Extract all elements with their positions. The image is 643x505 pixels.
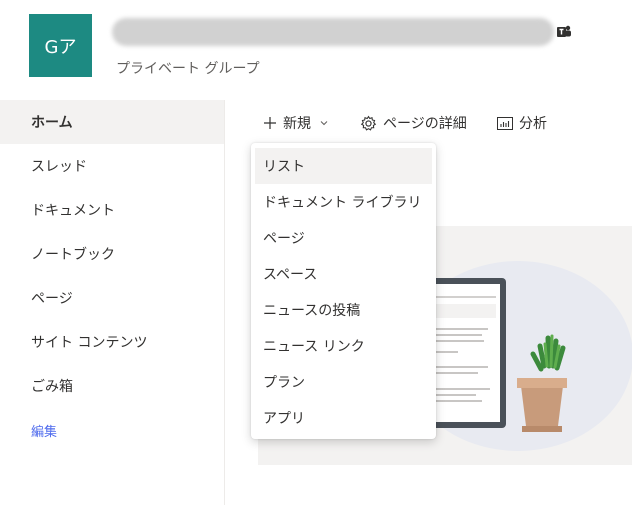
analytics-icon bbox=[497, 116, 513, 130]
group-avatar[interactable]: Gア bbox=[29, 14, 92, 77]
plus-icon bbox=[264, 117, 276, 129]
chevron-down-icon bbox=[320, 121, 328, 126]
menu-item-app[interactable]: アプリ bbox=[255, 400, 432, 436]
nav-item-pages[interactable]: ページ bbox=[0, 276, 224, 320]
menu-item-space[interactable]: スペース bbox=[255, 256, 432, 292]
menu-item-news-link[interactable]: ニュース リンク bbox=[255, 328, 432, 364]
gear-icon bbox=[360, 115, 377, 131]
menu-item-plan[interactable]: プラン bbox=[255, 364, 432, 400]
analytics-button[interactable]: 分析 bbox=[497, 112, 547, 134]
menu-item-document-library[interactable]: ドキュメント ライブラリ bbox=[255, 184, 432, 220]
nav-item-site-contents[interactable]: サイト コンテンツ bbox=[0, 320, 224, 364]
analytics-label: 分析 bbox=[519, 116, 547, 132]
menu-item-page[interactable]: ページ bbox=[255, 220, 432, 256]
nav-item-documents[interactable]: ドキュメント bbox=[0, 188, 224, 232]
group-privacy-label: プライベート グループ bbox=[116, 61, 260, 77]
menu-item-news-post[interactable]: ニュースの投稿 bbox=[255, 292, 432, 328]
nav-item-threads[interactable]: スレッド bbox=[0, 144, 224, 188]
left-navigation: ホーム スレッド ドキュメント ノートブック ページ サイト コンテンツ ごみ箱… bbox=[0, 100, 225, 505]
page-details-button[interactable]: ページの詳細 bbox=[360, 112, 467, 134]
nav-item-notebook[interactable]: ノートブック bbox=[0, 232, 224, 276]
teams-icon[interactable] bbox=[556, 24, 572, 40]
nav-item-recycle-bin[interactable]: ごみ箱 bbox=[0, 364, 224, 408]
site-title-redacted bbox=[112, 18, 554, 46]
menu-item-list[interactable]: リスト bbox=[255, 148, 432, 184]
new-button-label: 新規 bbox=[283, 116, 311, 132]
new-button[interactable]: 新規 bbox=[263, 112, 335, 134]
page-details-label: ページの詳細 bbox=[383, 116, 467, 132]
nav-edit-link[interactable]: 編集 bbox=[0, 408, 224, 452]
new-dropdown-menu: リスト ドキュメント ライブラリ ページ スペース ニュースの投稿 ニュース リ… bbox=[251, 143, 436, 439]
nav-item-home[interactable]: ホーム bbox=[0, 100, 224, 144]
